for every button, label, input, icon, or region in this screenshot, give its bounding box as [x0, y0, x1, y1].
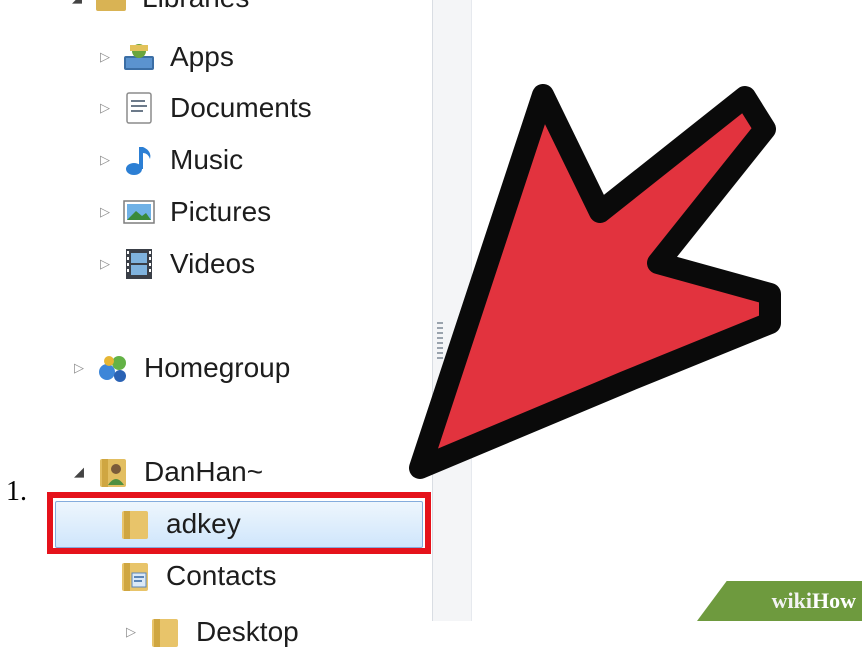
collapse-arrow-icon[interactable]: ▷: [124, 622, 138, 642]
pointer-arrow-icon: [409, 84, 781, 479]
watermark-part1: wiki: [771, 588, 812, 613]
watermark-part2: How: [812, 588, 856, 613]
